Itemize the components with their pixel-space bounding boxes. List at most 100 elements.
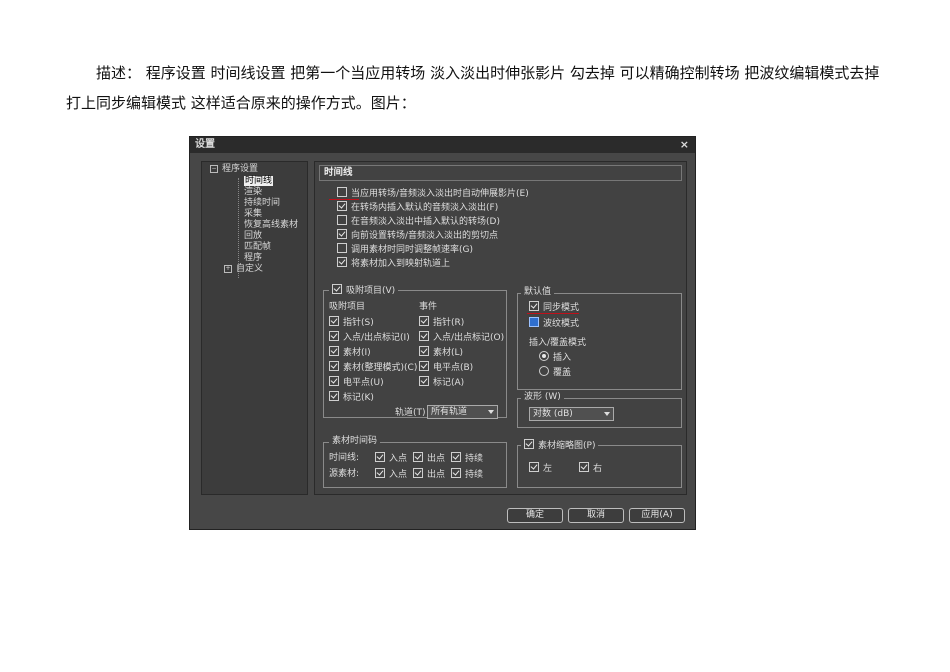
source-out[interactable]: 出点 — [413, 468, 445, 481]
checkbox[interactable] — [332, 284, 342, 294]
checkbox[interactable] — [451, 468, 461, 478]
checkbox[interactable] — [337, 243, 347, 253]
panel-title: 时间线 — [319, 165, 682, 181]
tree-item-timeline[interactable]: 时间线 — [244, 176, 274, 187]
overwrite-radio[interactable]: 覆盖 — [539, 366, 571, 379]
cancel-button[interactable]: 取消 — [568, 508, 624, 523]
dialog-title: 设置 — [195, 139, 215, 150]
snap-marker[interactable]: 标记(K) — [329, 391, 374, 404]
event-clip[interactable]: 素材(L) — [419, 346, 463, 359]
tree-guide-line — [238, 178, 239, 278]
radio[interactable] — [539, 366, 549, 376]
event-level-point[interactable]: 电平点(B) — [419, 361, 473, 374]
checkbox[interactable] — [329, 331, 339, 341]
tree-root-label: 程序设置 — [222, 164, 259, 174]
thumbnail-right[interactable]: 右 — [579, 462, 602, 475]
expand-icon[interactable]: + — [224, 264, 232, 273]
event-marker[interactable]: 标记(A) — [419, 376, 464, 389]
tree-item-program[interactable]: 程序 — [244, 253, 262, 264]
ripple-mode-option[interactable]: 波纹模式 — [529, 317, 579, 330]
timeline-out[interactable]: 出点 — [413, 452, 445, 465]
option-adjust-frame-rate[interactable]: 调用素材时同时调整帧速率(G) — [337, 243, 473, 256]
checkbox[interactable] — [337, 201, 347, 211]
snap-col1-header: 吸附项目 — [329, 302, 366, 312]
snap-col2-header: 事件 — [419, 302, 438, 312]
apply-button[interactable]: 应用(A) — [629, 508, 685, 523]
checkbox[interactable] — [337, 229, 347, 239]
checkbox[interactable] — [419, 361, 429, 371]
checkbox[interactable] — [579, 462, 589, 472]
checkbox[interactable] — [529, 301, 539, 311]
source-duration[interactable]: 持续 — [451, 468, 483, 481]
timecode-timeline-label: 时间线: — [329, 453, 360, 463]
insert-radio[interactable]: 插入 — [539, 351, 571, 364]
checkbox[interactable] — [419, 376, 429, 386]
checkbox[interactable] — [375, 468, 385, 478]
checkbox[interactable] — [451, 452, 461, 462]
option-auto-stretch[interactable]: 当应用转场/音频淡入淡出时自动伸展影片(E) — [337, 187, 529, 200]
tree-item-render[interactable]: 渲染 — [244, 187, 262, 198]
checkbox[interactable] — [419, 331, 429, 341]
source-in[interactable]: 入点 — [375, 468, 407, 481]
checkbox[interactable] — [329, 316, 339, 326]
timecode-group — [323, 442, 507, 488]
checkbox[interactable] — [329, 346, 339, 356]
checkbox[interactable] — [337, 257, 347, 267]
snap-pointer[interactable]: 指针(S) — [329, 316, 374, 329]
checkbox[interactable] — [419, 316, 429, 326]
close-icon[interactable]: × — [680, 137, 689, 153]
track-label: 轨道(T) — [395, 408, 426, 418]
option-insert-audio-fade[interactable]: 在转场内插入默认的音频淡入淡出(F) — [337, 201, 498, 214]
settings-tree: − 程序设置 时间线 渲染 持续时间 采集 恢复高线素材 回放 匹配帧 程序 + 自… — [201, 161, 308, 495]
ok-button[interactable]: 确定 — [507, 508, 563, 523]
track-select[interactable]: 所有轨道 — [427, 405, 498, 419]
snap-level-point[interactable]: 电平点(U) — [329, 376, 384, 389]
description-paragraph: 描述： 程序设置 时间线设置 把第一个当应用转场 淡入淡出时伸张影片 勾去掉 可… — [66, 64, 880, 112]
option-insert-transition[interactable]: 在音频淡入淡出中插入默认的转场(D) — [337, 215, 500, 228]
checkbox[interactable] — [419, 346, 429, 356]
checkbox[interactable] — [524, 439, 534, 449]
checkbox[interactable] — [337, 187, 347, 197]
snap-group-label[interactable]: 吸附项目(V) — [329, 284, 399, 297]
tree-item-duration[interactable]: 持续时间 — [244, 198, 280, 209]
checkbox[interactable] — [529, 462, 539, 472]
settings-dialog: 设置 × − 程序设置 时间线 渲染 持续时间 采集 恢复高线素材 回放 匹配帧 … — [189, 136, 696, 530]
checkbox[interactable] — [329, 361, 339, 371]
checkbox[interactable] — [529, 317, 539, 327]
tree-custom-label: 自定义 — [236, 264, 264, 274]
checkbox[interactable] — [337, 215, 347, 225]
checkbox[interactable] — [329, 376, 339, 386]
defaults-group-label: 默认值 — [521, 287, 555, 298]
checkbox[interactable] — [413, 468, 423, 478]
checkbox[interactable] — [375, 452, 385, 462]
chevron-down-icon — [488, 410, 494, 414]
tree-item-match-frame[interactable]: 匹配帧 — [244, 242, 271, 253]
checkbox[interactable] — [329, 391, 339, 401]
collapse-icon[interactable]: − — [210, 164, 218, 173]
tree-item-playback[interactable]: 回放 — [244, 231, 262, 242]
timecode-source-label: 源素材: — [329, 469, 360, 479]
dialog-titlebar: 设置 × — [190, 137, 695, 153]
thumbnail-group-label[interactable]: 素材缩略图(P) — [521, 439, 599, 452]
thumbnail-left[interactable]: 左 — [529, 462, 552, 475]
snap-clip[interactable]: 素材(I) — [329, 346, 371, 359]
snap-clip-trim[interactable]: 素材(整理模式)(C) — [329, 361, 417, 374]
timeline-in[interactable]: 入点 — [375, 452, 407, 465]
event-in-out[interactable]: 入点/出点标记(O) — [419, 331, 504, 344]
insert-overwrite-label: 插入/覆盖模式 — [529, 338, 587, 348]
timeline-duration[interactable]: 持续 — [451, 452, 483, 465]
tree-item-restore[interactable]: 恢复高线素材 — [244, 220, 298, 231]
tree-root-program-settings[interactable]: − 程序设置 — [210, 164, 258, 175]
event-pointer[interactable]: 指针(R) — [419, 316, 464, 329]
option-forward-cut-point[interactable]: 向前设置转场/音频淡入淡出的剪切点 — [337, 229, 498, 242]
radio[interactable] — [539, 351, 549, 361]
timeline-settings-panel: 时间线 当应用转场/音频淡入淡出时自动伸展影片(E) 在转场内插入默认的音频淡入… — [314, 161, 687, 495]
checkbox[interactable] — [413, 452, 423, 462]
option-add-to-mapped-track[interactable]: 将素材加入到映射轨道上 — [337, 257, 450, 270]
snap-in-out[interactable]: 入点/出点标记(I) — [329, 331, 410, 344]
waveform-select[interactable]: 对数 (dB) — [529, 407, 614, 421]
tree-root-custom[interactable]: + 自定义 — [224, 264, 263, 275]
tree-item-capture[interactable]: 采集 — [244, 209, 262, 220]
waveform-group-label: 波形 (W) — [521, 392, 564, 403]
annotation-underline — [527, 313, 579, 314]
